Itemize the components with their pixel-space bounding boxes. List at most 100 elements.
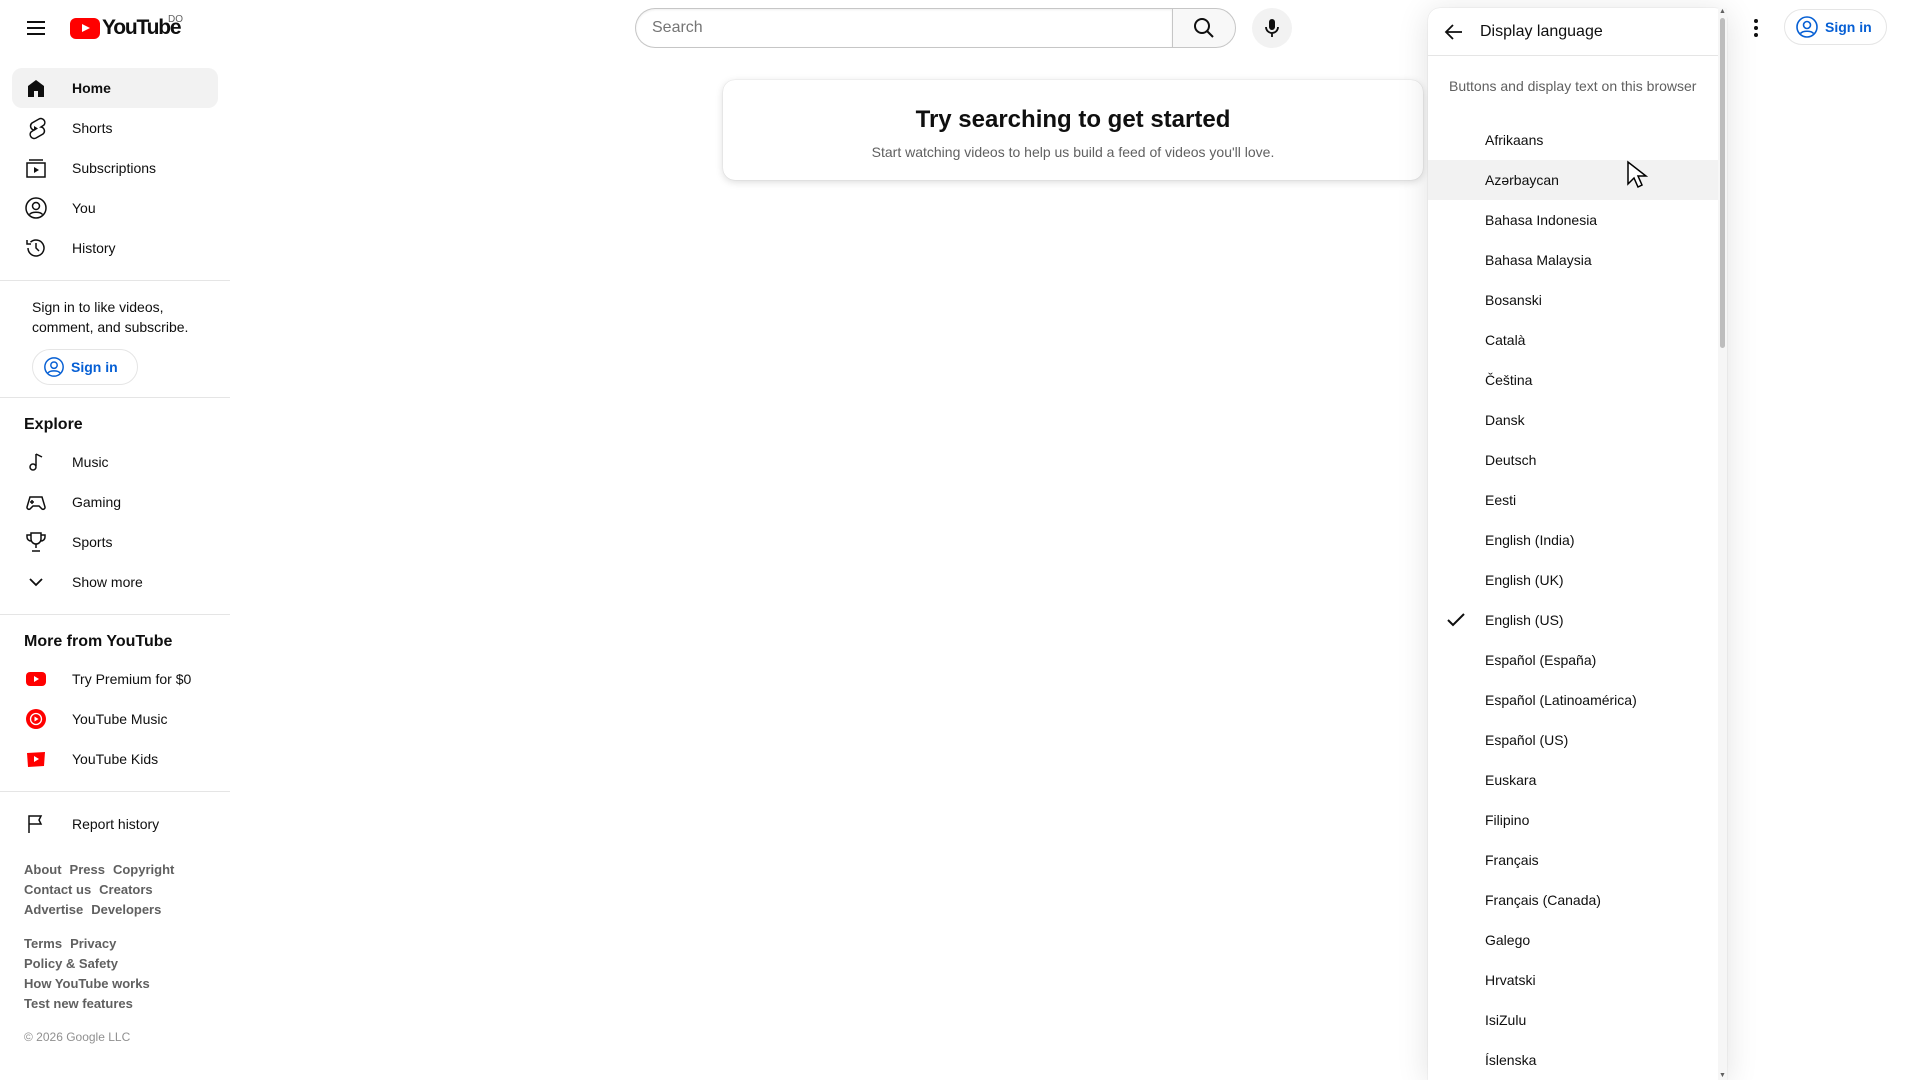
sidebar-item-history[interactable]: History — [12, 228, 218, 268]
sidebar-item-gaming[interactable]: Gaming — [12, 482, 218, 522]
language-option-label: Español (US) — [1485, 732, 1569, 748]
footer-link-policy-safety[interactable]: Policy & Safety — [24, 956, 118, 971]
sidebar-item-premium[interactable]: Try Premium for $0 — [12, 659, 218, 699]
divider — [0, 791, 230, 792]
footer-link-how-youtube-works[interactable]: How YouTube works — [24, 976, 150, 991]
language-option[interactable]: English (India) — [1428, 520, 1727, 560]
sidebar-item-youtube-kids[interactable]: YouTube Kids — [12, 739, 218, 779]
language-option[interactable]: Español (US) — [1428, 720, 1727, 760]
language-option[interactable]: IsiZulu — [1428, 1000, 1727, 1040]
sidebar-item-show-more[interactable]: Show more — [12, 562, 218, 602]
scroll-up-arrow[interactable]: ▲ — [1718, 8, 1727, 16]
footer-link-developers[interactable]: Developers — [91, 902, 161, 917]
language-option[interactable]: Hrvatski — [1428, 960, 1727, 1000]
language-option-label: Íslenska — [1485, 1052, 1537, 1068]
sidebar-item-subscriptions[interactable]: Subscriptions — [12, 148, 218, 188]
sidebar-item-label: YouTube Music — [72, 711, 168, 727]
sports-icon — [24, 530, 48, 554]
language-option[interactable]: Filipino — [1428, 800, 1727, 840]
footer-link-contact[interactable]: Contact us — [24, 882, 91, 897]
language-option[interactable]: Català — [1428, 320, 1727, 360]
history-icon — [24, 236, 48, 260]
language-option-label: Afrikaans — [1485, 132, 1544, 148]
empty-feed-title: Try searching to get started — [915, 106, 1231, 133]
sign-in-note: Sign in to like videos, comment, and sub… — [32, 299, 189, 335]
language-option[interactable]: English (UK) — [1428, 560, 1727, 600]
sidebar-item-label: Try Premium for $0 — [72, 671, 192, 687]
language-option[interactable]: Bosanski — [1428, 280, 1727, 320]
language-option[interactable]: Čeština — [1428, 360, 1727, 400]
language-option[interactable]: Galego — [1428, 920, 1727, 960]
language-option[interactable]: Dansk — [1428, 400, 1727, 440]
hamburger-menu-button[interactable] — [16, 8, 56, 48]
footer-link-creators[interactable]: Creators — [99, 882, 152, 897]
language-option-label: Filipino — [1485, 812, 1530, 828]
youtube-premium-icon — [24, 667, 48, 691]
language-option-label: English (UK) — [1485, 572, 1564, 588]
copyright: © 2026 Google LLC — [24, 1030, 131, 1044]
sidebar-sign-in-button[interactable]: Sign in — [32, 349, 138, 385]
footer-link-test-new-features[interactable]: Test new features — [24, 996, 133, 1011]
back-button[interactable] — [1440, 18, 1468, 46]
language-option[interactable]: Español (España) — [1428, 640, 1727, 680]
language-option-label: Čeština — [1485, 372, 1533, 388]
mouse-cursor-icon — [1627, 160, 1648, 189]
empty-feed-subtitle: Start watching videos to help us build a… — [871, 144, 1275, 160]
scroll-down-arrow[interactable]: ▼ — [1718, 1072, 1727, 1080]
sidebar-item-home[interactable]: Home — [12, 68, 218, 108]
scrollbar-thumb[interactable] — [1720, 18, 1725, 348]
language-option[interactable]: Français — [1428, 840, 1727, 880]
language-option-label: IsiZulu — [1485, 1012, 1527, 1028]
footer-link-copyright[interactable]: Copyright — [113, 862, 174, 877]
language-option-label: Azərbaycan — [1485, 172, 1559, 188]
account-icon — [44, 357, 64, 377]
explore-heading: Explore — [24, 416, 83, 433]
language-option[interactable]: Deutsch — [1428, 440, 1727, 480]
sidebar-item-label: YouTube Kids — [72, 751, 159, 767]
sidebar-item-label: You — [72, 200, 96, 216]
language-option[interactable]: Español (Latinoamérica) — [1428, 680, 1727, 720]
language-option[interactable]: Afrikaans — [1428, 120, 1727, 160]
language-option-label: Eesti — [1485, 492, 1517, 508]
footer-link-privacy[interactable]: Privacy — [70, 936, 116, 951]
youtube-kids-icon — [24, 747, 48, 771]
search-input[interactable]: Search — [635, 8, 1172, 48]
settings-more-button[interactable] — [1736, 8, 1776, 48]
language-option-label: Euskara — [1485, 772, 1537, 788]
language-menu-description: Buttons and display text on this browser — [1449, 78, 1697, 94]
language-menu-title: Display language — [1480, 22, 1603, 40]
footer-link-press[interactable]: Press — [70, 862, 105, 877]
sign-in-button[interactable]: Sign in — [1784, 9, 1887, 45]
language-option[interactable]: Eesti — [1428, 480, 1727, 520]
language-option[interactable]: Euskara — [1428, 760, 1727, 800]
search-button[interactable] — [1172, 8, 1236, 48]
language-option[interactable]: Français (Canada) — [1428, 880, 1727, 920]
voice-search-button[interactable] — [1252, 8, 1292, 48]
sidebar-item-you[interactable]: You — [12, 188, 218, 228]
chevron-down-icon — [24, 570, 48, 594]
language-option-label: English (India) — [1485, 532, 1575, 548]
sidebar-item-label: Sports — [72, 534, 113, 550]
sidebar-item-shorts[interactable]: Shorts — [12, 108, 218, 148]
sidebar-item-report-history[interactable]: Report history — [12, 804, 218, 844]
language-option[interactable]: English (US) — [1428, 600, 1727, 640]
language-option-label: Galego — [1485, 932, 1531, 948]
youtube-logo[interactable]: YouTube — [70, 16, 182, 40]
footer-link-advertise[interactable]: Advertise — [24, 902, 83, 917]
language-option-label: Bahasa Malaysia — [1485, 252, 1592, 268]
language-option-label: Dansk — [1485, 412, 1525, 428]
footer-link-terms[interactable]: Terms — [24, 936, 62, 951]
language-option[interactable]: Bahasa Indonesia — [1428, 200, 1727, 240]
language-option[interactable]: Íslenska — [1428, 1040, 1727, 1080]
sidebar-item-youtube-music[interactable]: YouTube Music — [12, 699, 218, 739]
sign-in-label: Sign in — [71, 359, 118, 375]
footer-link-about[interactable]: About — [24, 862, 62, 877]
subscriptions-icon — [24, 156, 48, 180]
language-option-label: Español (España) — [1485, 652, 1597, 668]
divider — [0, 614, 230, 615]
you-icon — [24, 196, 48, 220]
sidebar-item-sports[interactable]: Sports — [12, 522, 218, 562]
language-option[interactable]: Bahasa Malaysia — [1428, 240, 1727, 280]
language-option[interactable]: Azərbaycan — [1428, 160, 1727, 200]
sidebar-item-music[interactable]: Music — [12, 442, 218, 482]
